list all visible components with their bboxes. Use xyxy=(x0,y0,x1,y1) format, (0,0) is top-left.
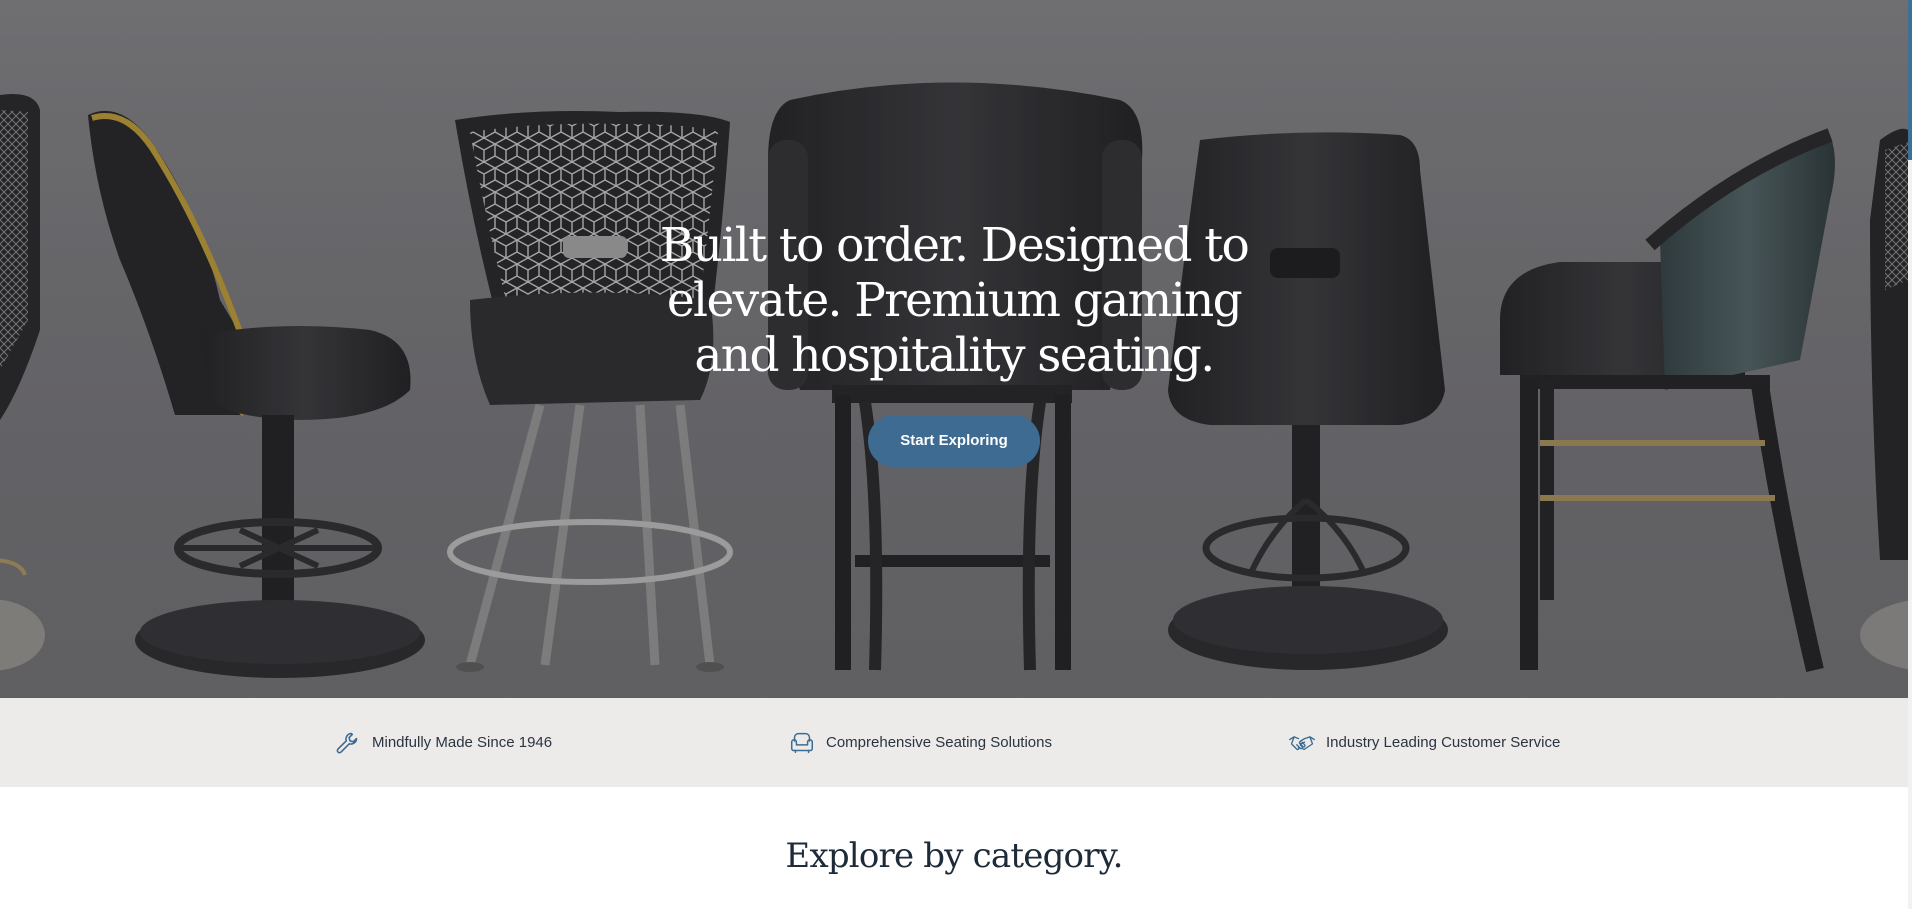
feature-item-seating-solutions: Comprehensive Seating Solutions xyxy=(788,698,1052,787)
page: Built to order. Designed to elevate. Pre… xyxy=(0,0,1908,909)
feature-item-made-since: Mindfully Made Since 1946 xyxy=(334,698,552,787)
handshake-icon xyxy=(1288,729,1316,757)
category-heading: Explore by category. xyxy=(785,836,1123,876)
hero-title: Built to order. Designed to elevate. Pre… xyxy=(659,218,1250,383)
wrench-icon xyxy=(334,729,362,757)
feature-label: Comprehensive Seating Solutions xyxy=(826,734,1052,751)
hero-banner: Built to order. Designed to elevate. Pre… xyxy=(0,0,1908,698)
feature-label: Mindfully Made Since 1946 xyxy=(372,734,553,751)
feature-strip: Mindfully Made Since 1946 Comprehensive … xyxy=(0,698,1908,787)
feature-item-customer-service: Industry Leading Customer Service xyxy=(1288,698,1560,787)
hero-content: Built to order. Designed to elevate. Pre… xyxy=(0,218,1908,467)
feature-label: Industry Leading Customer Service xyxy=(1326,734,1561,751)
armchair-icon xyxy=(788,729,816,757)
page-scrollbar[interactable] xyxy=(1908,0,1912,909)
scrollbar-thumb[interactable] xyxy=(1908,0,1912,160)
start-exploring-button[interactable]: Start Exploring xyxy=(868,415,1040,467)
